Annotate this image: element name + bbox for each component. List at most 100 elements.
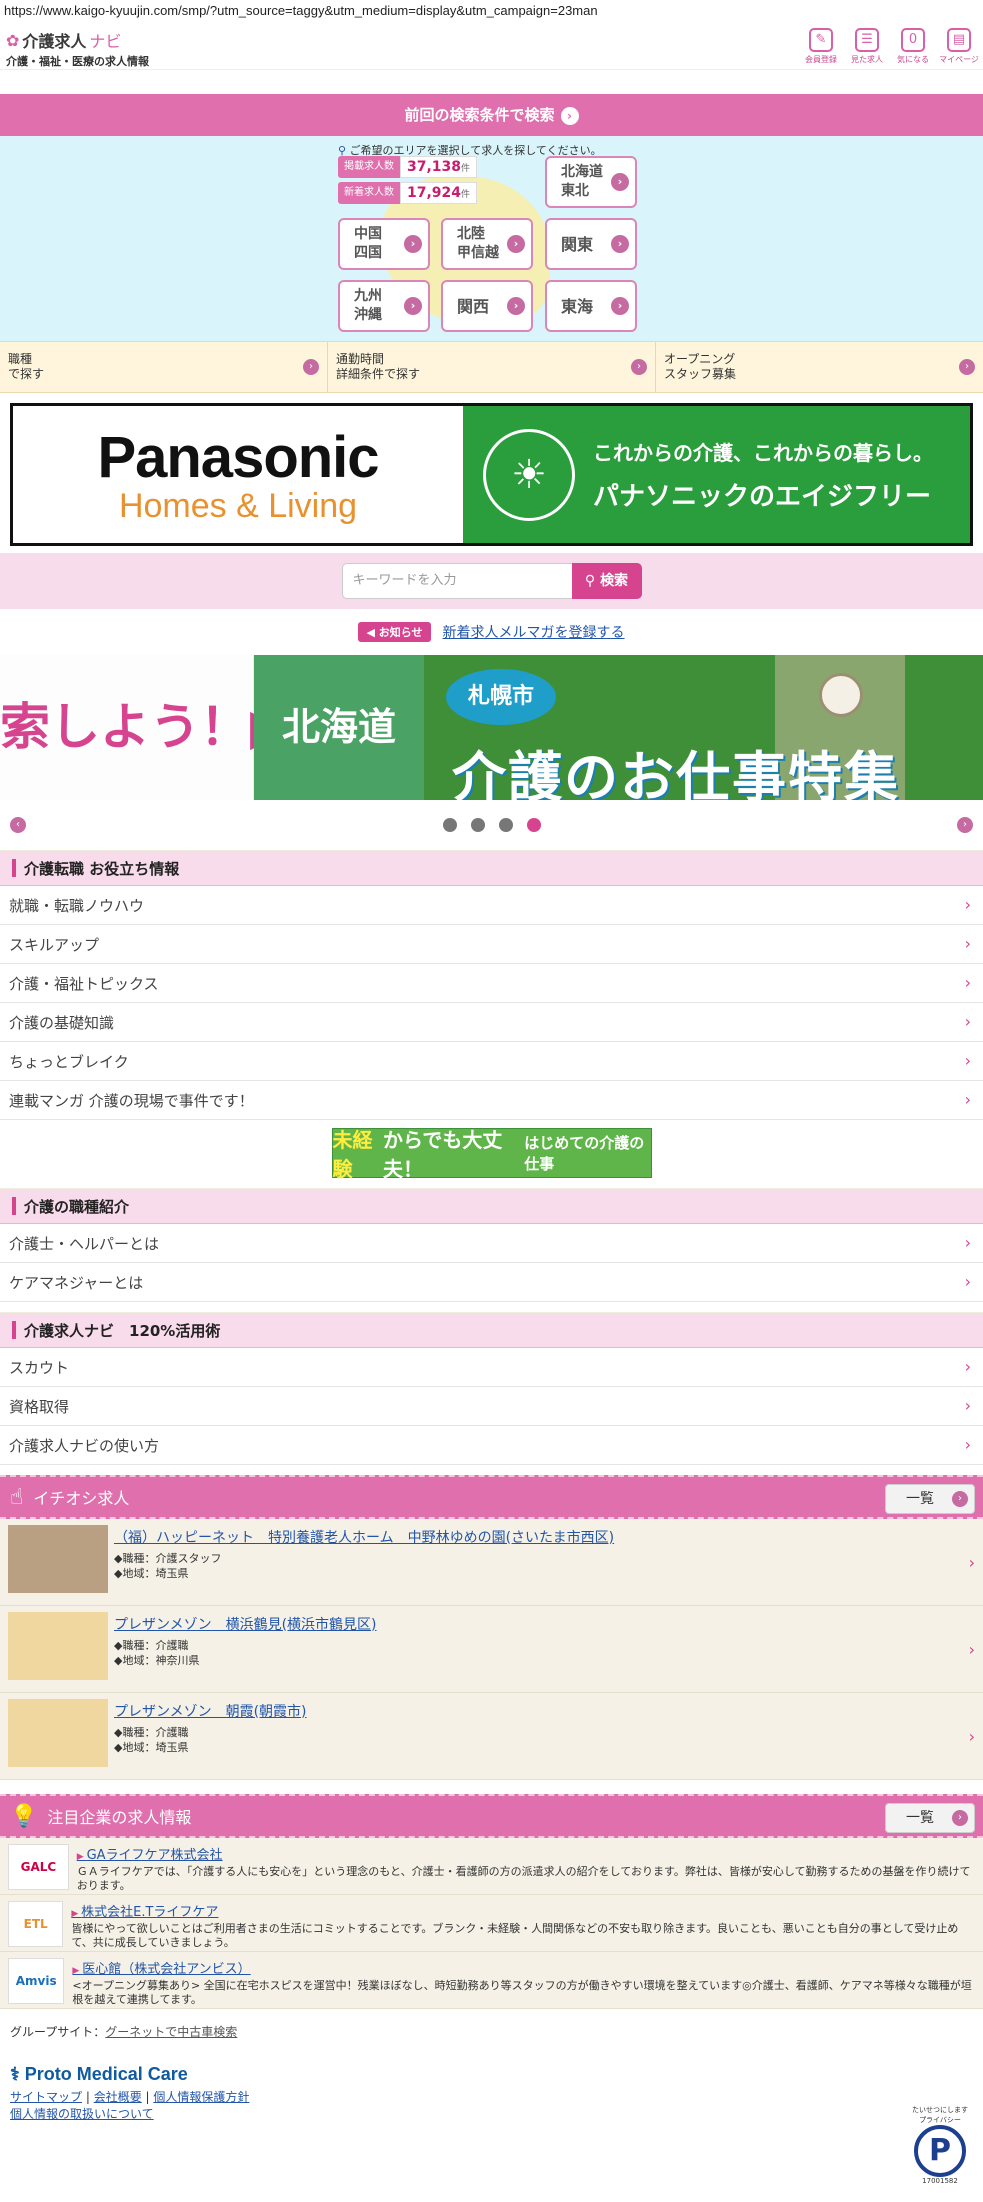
chevron-right-icon: ›: [964, 1272, 971, 1291]
slider-next-button[interactable]: ›: [957, 817, 973, 833]
job-title-link[interactable]: プレザンメゾン 朝霞(朝霞市): [114, 1701, 307, 1721]
list-item[interactable]: 介護の基礎知識 ›: [0, 1003, 983, 1042]
slider-dot[interactable]: [498, 818, 513, 832]
sitemap-link[interactable]: サイトマップ: [10, 2090, 82, 2104]
search-by-jobtype[interactable]: 職種 で探す ›: [0, 342, 328, 392]
arrow-right-icon: ›: [631, 359, 647, 375]
family-emblem-icon: ☀: [483, 428, 575, 521]
favorites-label: 気になる: [897, 55, 929, 64]
list-item-label: ケアマネジャーとは: [9, 1273, 144, 1292]
company-card[interactable]: Amvis 医心館（株式会社アンビス） <オープニング募集あり> 全国に在宅ホスピ…: [0, 1952, 983, 2009]
job-type: ◆職種：介護スタッフ: [114, 1552, 222, 1565]
slider-prev-button[interactable]: ‹: [10, 817, 26, 833]
list-item[interactable]: 連載マンガ 介護の現場で事件です！ ›: [0, 1081, 983, 1120]
group-site-link[interactable]: グーネットで中古車検索: [105, 2025, 237, 2039]
job-card[interactable]: プレザンメゾン 朝霞(朝霞市) ◆職種：介護職 ◆地域：埼玉県 ›: [0, 1693, 983, 1780]
slider-dot-active[interactable]: [526, 818, 541, 832]
slider-dot[interactable]: [470, 818, 485, 832]
company-logo[interactable]: ⚕ Proto Medical Care: [10, 2064, 973, 2085]
company-name-link[interactable]: 医心館（株式会社アンビス）: [72, 1958, 975, 1977]
feature-slider[interactable]: 索しよう！▶ 北海道 札幌市 介護のお仕事特集: [0, 655, 983, 800]
company-desc: 皆様にやって欲しいことはご利用者さまの生活にコミットすることです。ブランク・未経…: [71, 1922, 959, 1949]
search-icon: ⚲: [584, 573, 596, 589]
region-kanto-button[interactable]: 関東 ›: [545, 218, 637, 270]
search-opening-staff[interactable]: オープニング スタッフ募集 ›: [656, 342, 983, 392]
list-item[interactable]: ケアマネジャーとは ›: [0, 1263, 983, 1302]
new-count: 新着求人数 17,924件: [338, 182, 478, 204]
slide-current: 札幌市 介護のお仕事特集: [424, 655, 983, 800]
more-label: 一覧: [906, 1491, 934, 1507]
list-item[interactable]: スキルアップ ›: [0, 925, 983, 964]
companies-more-button[interactable]: 一覧 ›: [885, 1803, 975, 1833]
panasonic-banner[interactable]: Panasonic Homes & Living ☀ これからの介護、これからの…: [10, 403, 973, 546]
chevron-right-icon: ›: [964, 1357, 971, 1376]
arrow-right-icon: ›: [611, 235, 629, 253]
company-name-link[interactable]: GAライフケア株式会社: [77, 1844, 975, 1863]
heart-logo-icon: ✿: [6, 30, 20, 50]
chevron-right-icon: ›: [964, 1090, 971, 1109]
arrow-right-icon: ›: [507, 297, 525, 315]
list-item[interactable]: 介護士・ヘルパーとは ›: [0, 1224, 983, 1263]
list-item[interactable]: 就職・転職ノウハウ ›: [0, 886, 983, 925]
list-item-label: ちょっとブレイク: [9, 1052, 129, 1071]
region-tokai-button[interactable]: 東海 ›: [545, 280, 637, 332]
search-by-commute[interactable]: 通勤時間 詳細条件で探す ›: [328, 342, 656, 392]
total-count-unit: 件: [461, 164, 471, 174]
banner-brand: Panasonic Homes & Living: [13, 406, 463, 543]
personal-info-link[interactable]: 個人情報の取扱いについて: [10, 2107, 154, 2121]
company-name-link[interactable]: 株式会社E.Tライフケア: [71, 1901, 975, 1920]
job-place: ◆地域：神奈川県: [114, 1654, 200, 1667]
mode-label: オープニング: [664, 352, 736, 366]
region-hokuriku-button[interactable]: 北陸 甲信越 ›: [441, 218, 533, 270]
beginner-banner[interactable]: 未経験 からでも大丈夫！ はじめての介護の仕事: [331, 1128, 652, 1181]
url-bar[interactable]: https://www.kaigo-kyuujin.com/smp/?utm_s…: [0, 0, 983, 22]
section-jobtypes: 介護の職種紹介: [0, 1188, 983, 1224]
list-item[interactable]: スカウト ›: [0, 1348, 983, 1387]
region-kansai-button[interactable]: 関西 ›: [441, 280, 533, 332]
favorites-button[interactable]: 0 気になる: [893, 28, 933, 65]
chevron-right-icon: ›: [964, 1051, 971, 1070]
job-title-link[interactable]: （福）ハッピーネット 特別養護老人ホーム 中野林ゆめの園(さいたま市西区): [114, 1527, 614, 1547]
privacy-policy-link[interactable]: 個人情報保護方針: [153, 2090, 249, 2104]
new-count-value: 17,924: [407, 185, 462, 201]
search-button[interactable]: ⚲ 検索: [571, 563, 642, 599]
company-desc: <オープニング募集あり> 全国に在宅ホスピスを運営中！残業ほぼなし、時短勤務あり…: [72, 1979, 972, 2006]
more-label: 一覧: [906, 1810, 934, 1826]
company-info-link[interactable]: 会社概要: [94, 2090, 142, 2104]
arrow-right-icon: ›: [303, 359, 319, 375]
list-item[interactable]: ちょっとブレイク ›: [0, 1042, 983, 1081]
keyword-input[interactable]: キーワードを入力: [341, 563, 572, 599]
slider-dot[interactable]: [442, 818, 457, 832]
total-count-value: 37,138: [407, 159, 462, 175]
list-item[interactable]: 介護・福祉トピックス ›: [0, 964, 983, 1003]
job-card[interactable]: プレザンメゾン 横浜鶴見(横浜市鶴見区) ◆職種：介護職 ◆地域：神奈川県 ›: [0, 1606, 983, 1693]
group-sites: グループサイト：グーネットで中古車検索: [10, 2023, 973, 2040]
section-title: 注目企業の求人情報: [47, 1808, 192, 1827]
region-label: 東北: [561, 183, 589, 199]
featured-more-button[interactable]: 一覧 ›: [885, 1484, 975, 1514]
prev-search-button[interactable]: 前回の検索条件で検索 ›: [0, 94, 983, 136]
region-hokkaido-button[interactable]: 北海道 東北 ›: [545, 156, 637, 208]
member-register-button[interactable]: ✎ 会員登録: [801, 28, 841, 65]
megaphone-icon: ◀: [366, 626, 375, 639]
company-card[interactable]: GALC GAライフケア株式会社 ＧＡライフケアでは、「介護する人にも安心を」とい…: [0, 1838, 983, 1895]
job-type: ◆職種：介護職: [114, 1726, 189, 1739]
chevron-right-icon: ›: [964, 1012, 971, 1031]
newsletter-link[interactable]: 新着求人メルマガを登録する: [443, 622, 625, 642]
section-title: 介護の職種紹介: [24, 1197, 130, 1216]
mode-label: 職種: [8, 352, 33, 366]
job-title-link[interactable]: プレザンメゾン 横浜鶴見(横浜市鶴見区): [114, 1614, 377, 1634]
viewed-jobs-button[interactable]: ☰ 見た求人: [847, 28, 887, 65]
region-chugoku-button[interactable]: 中国 四国 ›: [338, 218, 430, 270]
job-card[interactable]: （福）ハッピーネット 特別養護老人ホーム 中野林ゆめの園(さいたま市西区) ◆職種…: [0, 1519, 983, 1606]
list-item[interactable]: 介護求人ナビの使い方 ›: [0, 1426, 983, 1465]
region-label: 北海道: [561, 164, 603, 180]
job-place: ◆地域：埼玉県: [114, 1741, 189, 1754]
mypage-button[interactable]: ▤ マイページ: [939, 28, 979, 65]
region-kyushu-button[interactable]: 九州 沖縄 ›: [338, 280, 430, 332]
site-logo[interactable]: ✿ 介護求人 ナビ 介護・福祉・医療の求人情報: [6, 28, 149, 69]
clock-icon: [819, 673, 863, 717]
footer-links: サイトマップ | 会社概要 | 個人情報保護方針 個人情報の取扱いについて: [10, 2090, 250, 2121]
list-item[interactable]: 資格取得 ›: [0, 1387, 983, 1426]
company-card[interactable]: ETL 株式会社E.Tライフケア皆様にやって欲しいことはご利用者さまの生活にコミ…: [0, 1895, 983, 1952]
